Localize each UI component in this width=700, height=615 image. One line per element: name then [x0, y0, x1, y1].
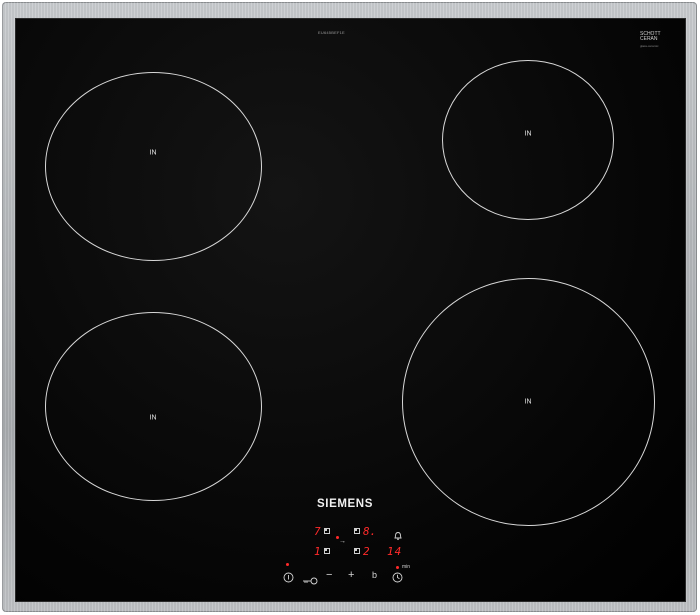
clock-icon[interactable]	[392, 570, 403, 588]
cooking-zone-front-left[interactable]	[45, 312, 262, 501]
arrow-icon: →	[339, 538, 346, 545]
plus-button[interactable]: +	[348, 569, 354, 581]
timer-display: 14	[387, 545, 403, 558]
cooking-zone-back-right[interactable]	[442, 60, 614, 220]
minus-button[interactable]: −	[326, 569, 332, 581]
cooking-zone-front-left-top[interactable]	[45, 72, 262, 261]
zone-select-square-3[interactable]	[324, 548, 330, 554]
power-indicator-dot	[286, 563, 289, 566]
schott-line2: CERAN	[640, 36, 658, 42]
zone-select-square-1[interactable]	[324, 528, 330, 534]
power-icon[interactable]	[283, 570, 294, 588]
zone-label: IN	[524, 130, 532, 138]
power-level-display-1: 7	[314, 525, 321, 538]
zone-label: IN	[524, 398, 532, 406]
schott-ceran-logo: SCHOTT CERAN glass-ceramic	[640, 32, 661, 49]
zone-select-square-2[interactable]	[354, 528, 360, 534]
zone-label: IN	[149, 149, 157, 157]
power-level-display-2: 8.	[363, 525, 377, 538]
schott-line3: glass-ceramic	[640, 44, 659, 48]
model-number: EU645BEF1E	[318, 30, 345, 35]
timer-indicator-dot	[396, 566, 399, 569]
bell-icon[interactable]	[393, 528, 403, 546]
siemens-logo: SIEMENS	[317, 498, 373, 510]
key-icon[interactable]	[302, 572, 318, 590]
timer-unit-label: min	[402, 564, 411, 570]
boost-button[interactable]: b	[372, 570, 377, 580]
zone-select-square-4[interactable]	[354, 548, 360, 554]
zone-label: IN	[149, 414, 157, 422]
power-level-display-3: 1	[314, 545, 321, 558]
power-level-display-4: 2	[363, 545, 370, 558]
